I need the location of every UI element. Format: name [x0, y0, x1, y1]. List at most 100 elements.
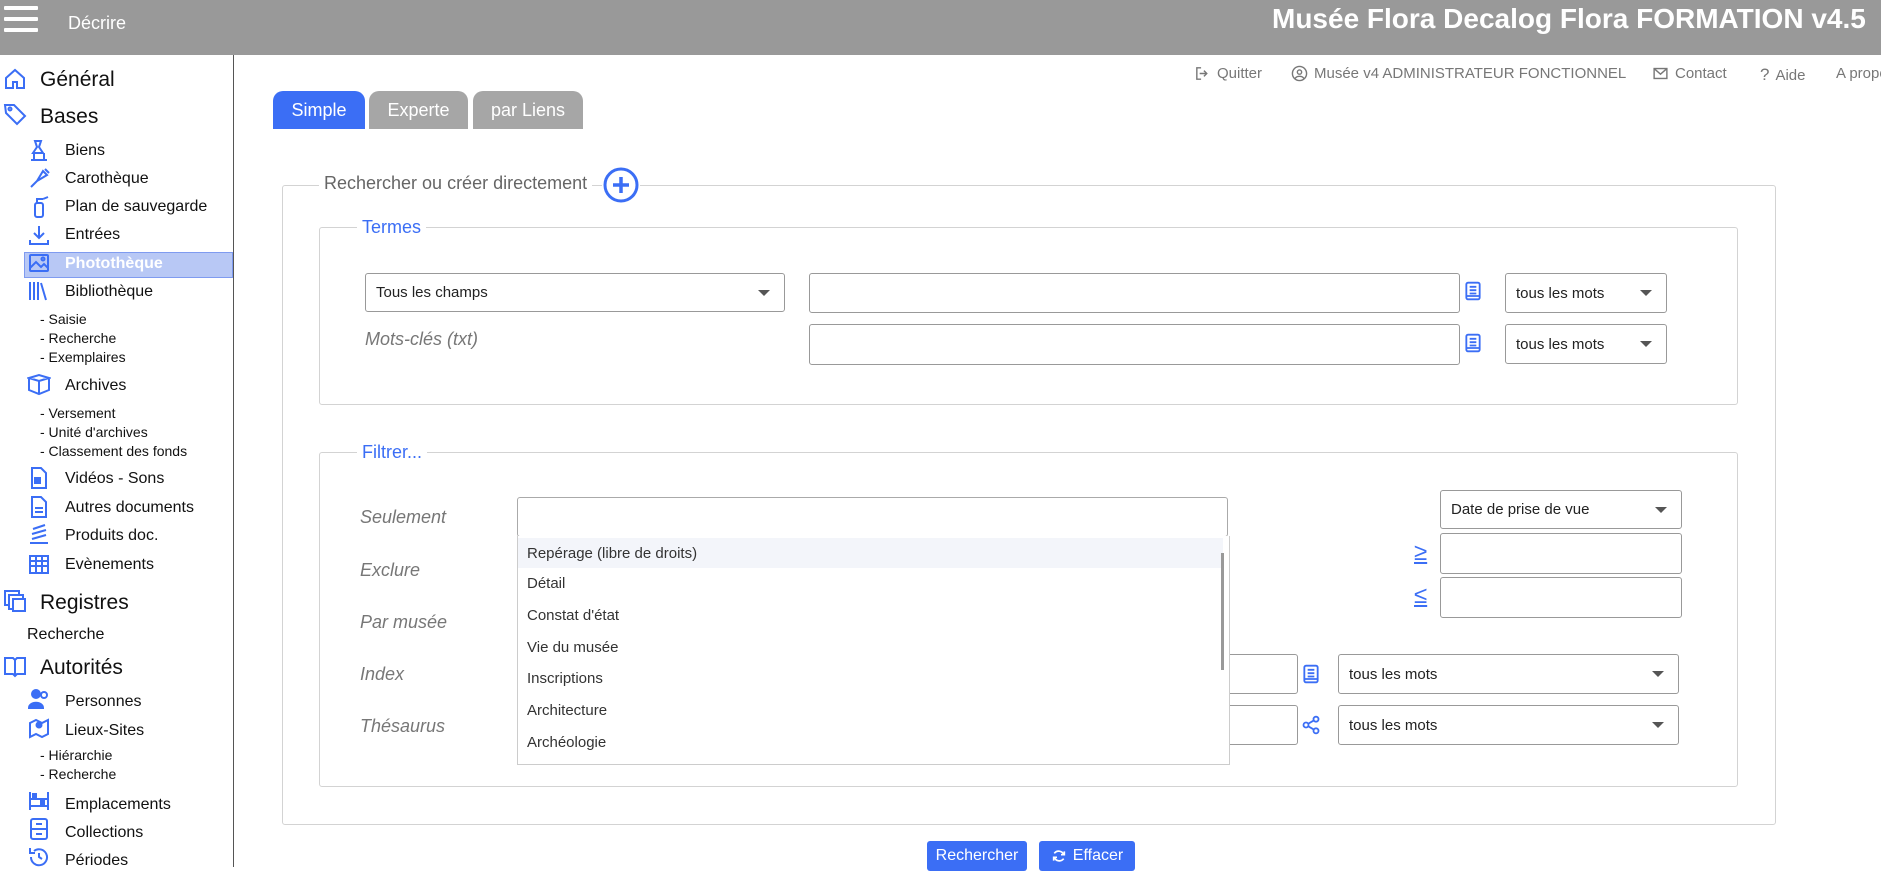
- contact-link[interactable]: Contact: [1652, 65, 1727, 82]
- tab-simple[interactable]: Simple: [273, 91, 365, 129]
- dropdown-option[interactable]: Détail: [518, 568, 1223, 598]
- dropdown-option[interactable]: Repérage (libre de droits): [518, 538, 1223, 568]
- archive-box-icon: [25, 373, 53, 397]
- seulement-dropdown-list: Repérage (libre de droits) Détail Consta…: [517, 536, 1230, 765]
- keywords-label: Mots-clés (txt): [365, 329, 479, 349]
- sidebar-item-collections[interactable]: Collections: [65, 824, 143, 842]
- download-icon: [27, 223, 51, 247]
- chevron-down-icon: [1652, 722, 1664, 728]
- menu-title: Décrire: [68, 13, 127, 33]
- cabinet-icon: [27, 817, 51, 841]
- sidebar-sub-classement-fonds[interactable]: - Classement des fonds: [40, 443, 187, 459]
- envelope-icon: [1653, 67, 1668, 80]
- sidebar-item-entrees[interactable]: Entrées: [65, 226, 120, 244]
- sidebar-item-evenements[interactable]: Evènements: [65, 556, 154, 574]
- field-select[interactable]: Tous les champs: [365, 273, 785, 312]
- statue-icon: [27, 139, 51, 163]
- document-icon: [27, 495, 51, 519]
- chevron-down-icon: [758, 289, 770, 296]
- tab-par-liens[interactable]: par Liens: [473, 91, 583, 129]
- par-musee-label: Par musée: [360, 612, 448, 632]
- sidebar-sub-saisie[interactable]: - Saisie: [40, 311, 87, 327]
- sidebar-item-registres-recherche[interactable]: Recherche: [27, 626, 104, 644]
- image-icon: [27, 251, 51, 275]
- sidebar-sub-unite-archives[interactable]: - Unité d'archives: [40, 424, 148, 440]
- home-icon: [3, 67, 27, 91]
- dropdown-option[interactable]: Vie du musée: [518, 632, 1223, 662]
- open-book-icon: [3, 654, 27, 678]
- sidebar-item-bibliotheque[interactable]: Bibliothèque: [65, 283, 153, 301]
- filtrer-legend: Filtrer...: [357, 442, 428, 463]
- sidebar-section-registres[interactable]: Registres: [40, 591, 129, 615]
- sidebar-item-biens[interactable]: Biens: [65, 142, 105, 160]
- thesaurus-match-value: tous les mots: [1349, 716, 1438, 734]
- dropdown-option[interactable]: Constat d'état: [518, 600, 1223, 630]
- sidebar-item-emplacements[interactable]: Emplacements: [65, 796, 171, 814]
- stack-icon: [27, 523, 51, 547]
- sidebar-sub-hierarchie[interactable]: - Hiérarchie: [40, 747, 112, 763]
- dropdown-option[interactable]: Architecture: [518, 695, 1223, 725]
- book-list-icon[interactable]: [1463, 281, 1483, 301]
- sidebar-item-personnes[interactable]: Personnes: [65, 693, 142, 711]
- chevron-down-icon: [1640, 341, 1652, 347]
- match-select-2[interactable]: tous les mots: [1505, 324, 1667, 364]
- add-button[interactable]: [602, 166, 640, 204]
- sidebar-sub-recherche[interactable]: - Recherche: [40, 330, 116, 346]
- sidebar-section-general[interactable]: Général: [40, 68, 115, 92]
- dropdown-option[interactable]: Inscriptions: [518, 663, 1223, 693]
- sidebar-item-carotheque[interactable]: Carothèque: [65, 170, 149, 188]
- map-pin-icon: [27, 716, 51, 740]
- shelves-icon: [27, 789, 51, 813]
- tag-icon: [3, 102, 27, 126]
- date-type-select[interactable]: Date de prise de vue: [1440, 490, 1682, 529]
- sidebar-sub-exemplaires[interactable]: - Exemplaires: [40, 349, 126, 365]
- sidebar-item-autres-documents[interactable]: Autres documents: [65, 499, 194, 517]
- book-list-icon[interactable]: [1463, 333, 1483, 353]
- index-match-select[interactable]: tous les mots: [1338, 654, 1679, 694]
- books-icon: [27, 279, 51, 303]
- sidebar-sub-versement[interactable]: - Versement: [40, 405, 115, 421]
- sidebar-section-bases[interactable]: Bases: [40, 105, 98, 129]
- seulement-select[interactable]: [517, 497, 1228, 537]
- quitter-link[interactable]: Quitter: [1194, 65, 1262, 82]
- question-icon: ?: [1760, 65, 1770, 84]
- registers-icon: [3, 589, 27, 613]
- sidebar-section-autorites[interactable]: Autorités: [40, 656, 123, 680]
- aide-label: Aide: [1775, 66, 1806, 84]
- hamburger-menu-icon[interactable]: [4, 6, 38, 34]
- sidebar-item-lieux-sites[interactable]: Lieux-Sites: [65, 722, 144, 740]
- sidebar-item-produits-doc[interactable]: Produits doc.: [65, 527, 158, 545]
- tab-experte[interactable]: Experte: [369, 91, 468, 129]
- apropos-link[interactable]: A propos: [1836, 65, 1881, 82]
- logout-icon: [1196, 67, 1208, 80]
- sidebar: Général Bases Biens Carothèque Plan de s…: [0, 55, 234, 867]
- user-link[interactable]: Musée v4 ADMINISTRATEUR FONCTIONNEL: [1291, 65, 1626, 82]
- book-list-icon[interactable]: [1301, 664, 1321, 684]
- date-from-input[interactable]: [1440, 533, 1682, 574]
- termes-fieldset: [319, 227, 1738, 405]
- sidebar-item-videos-sons[interactable]: Vidéos - Sons: [65, 470, 164, 488]
- rechercher-label: Rechercher: [935, 847, 1019, 864]
- history-icon: [27, 845, 51, 867]
- date-to-input[interactable]: [1440, 577, 1682, 618]
- refresh-icon: [1052, 850, 1065, 862]
- video-file-icon: [27, 466, 51, 490]
- terms-input[interactable]: [809, 273, 1460, 313]
- aide-link[interactable]: ? Aide: [1760, 65, 1806, 85]
- quitter-label: Quitter: [1217, 65, 1263, 82]
- sidebar-item-phototheque[interactable]: Photothèque: [65, 255, 163, 273]
- contact-label: Contact: [1675, 65, 1727, 82]
- thesaurus-match-select[interactable]: tous les mots: [1338, 705, 1679, 745]
- match-select-1-value: tous les mots: [1516, 284, 1605, 302]
- dropdown-option[interactable]: Archéologie: [518, 727, 1223, 757]
- users-icon: [27, 687, 51, 711]
- match-select-1[interactable]: tous les mots: [1505, 273, 1667, 313]
- keywords-input[interactable]: [809, 324, 1460, 365]
- dropdown-scrollbar[interactable]: [1221, 553, 1224, 670]
- sidebar-item-plan-sauvegarde[interactable]: Plan de sauvegarde: [65, 198, 207, 216]
- effacer-label: Effacer: [1072, 847, 1124, 864]
- sidebar-sub-lieux-recherche[interactable]: - Recherche: [40, 766, 116, 782]
- share-nodes-icon[interactable]: [1301, 715, 1321, 735]
- sidebar-item-archives[interactable]: Archives: [65, 377, 126, 395]
- sidebar-item-periodes[interactable]: Périodes: [65, 852, 128, 867]
